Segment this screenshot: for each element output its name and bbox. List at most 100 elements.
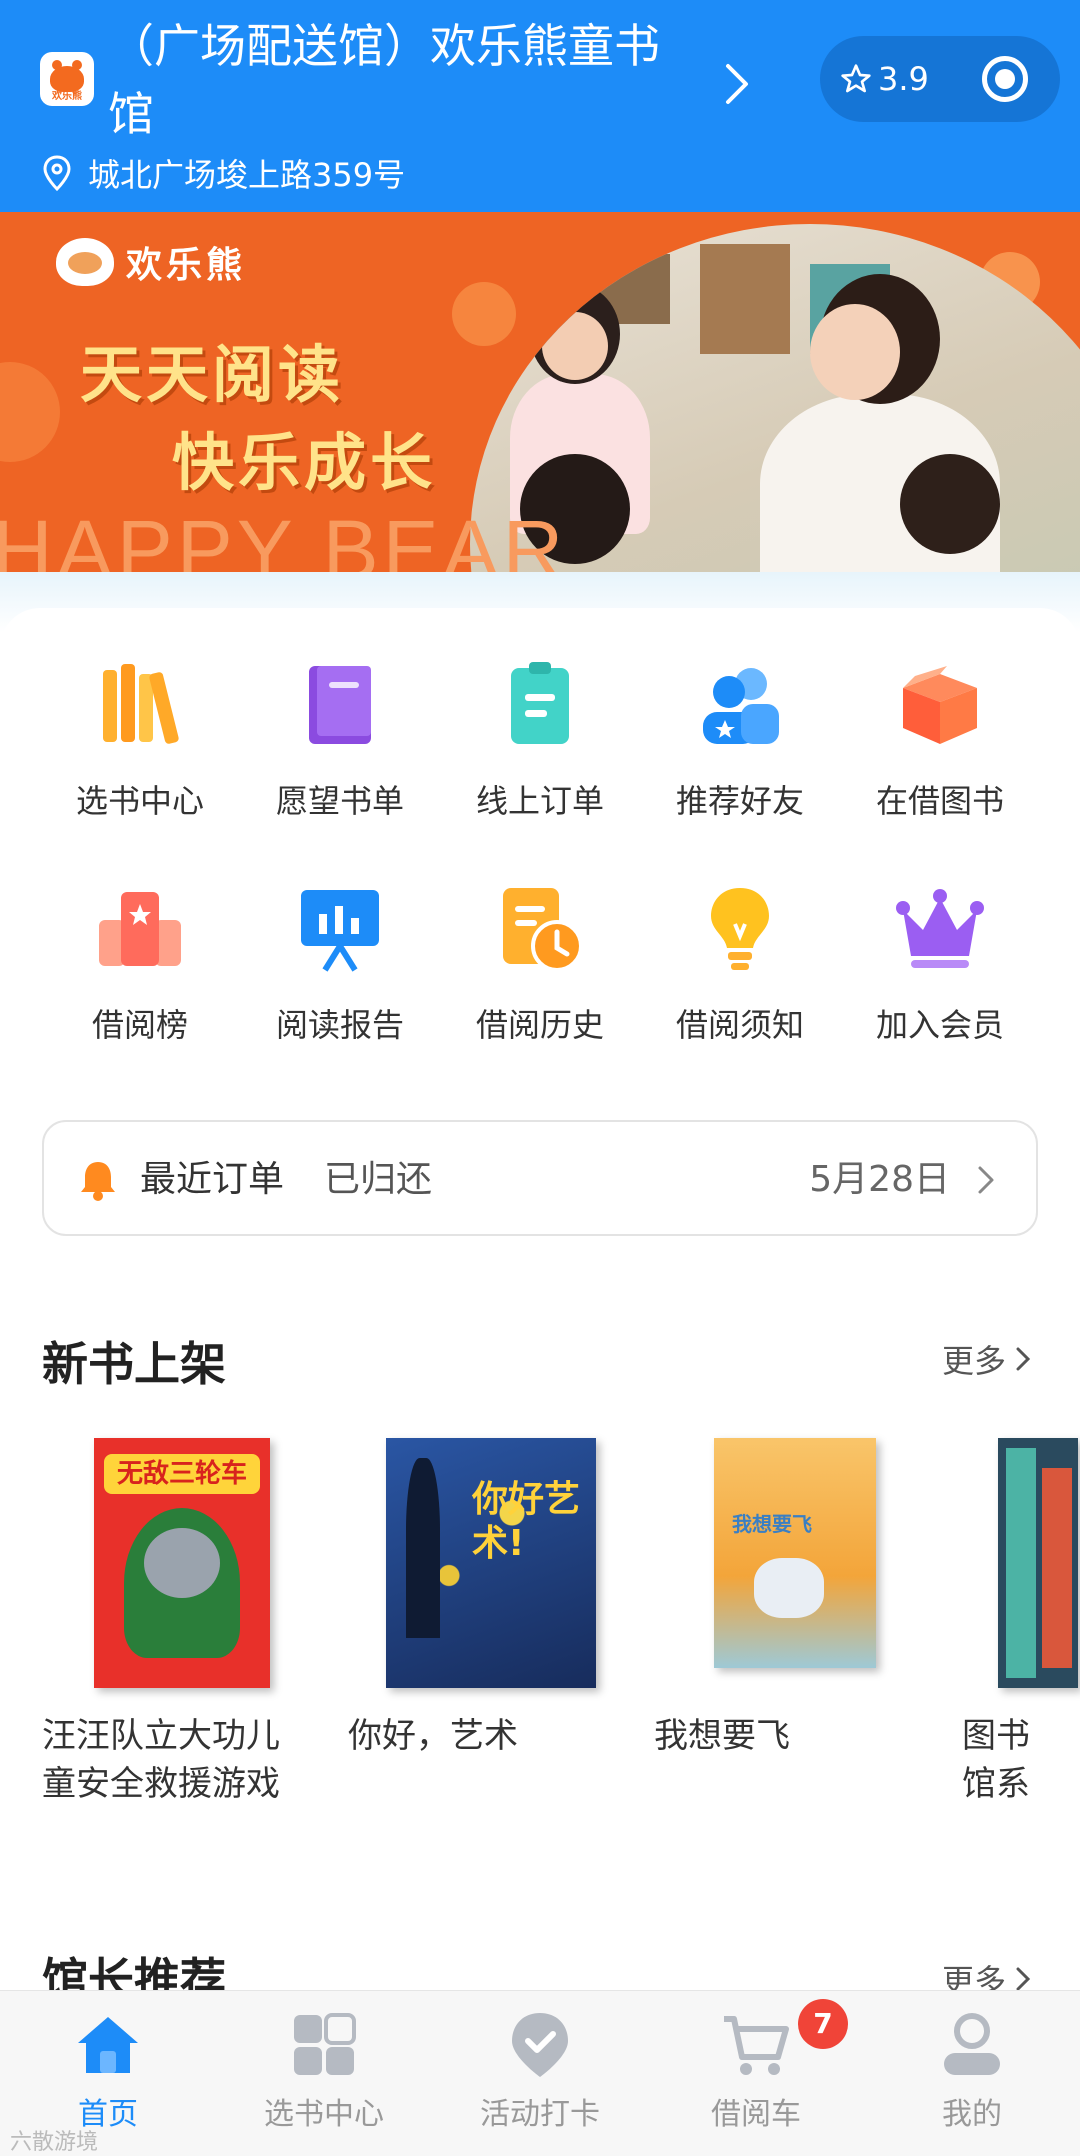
- promo-banner[interactable]: 欢乐熊 天天阅读 快乐成长 HAPPY BEAR: [0, 212, 1080, 572]
- feature-grid: 选书中心 愿望书单 线上订单 推荐好友 在借图书 借阅榜 阅读报告 借阅历史 借…: [0, 608, 1080, 1048]
- store-address: 城北广场埈上路359号: [88, 156, 406, 194]
- tab-activity-checkin[interactable]: 活动打卡: [432, 2011, 648, 2132]
- feature-select-books[interactable]: 选书中心: [40, 660, 240, 860]
- feature-ranking[interactable]: 借阅榜: [40, 884, 240, 1084]
- feature-refer-friends[interactable]: 推荐好友: [640, 660, 840, 860]
- book-title: 你好，艺术: [348, 1716, 518, 1756]
- new-books-title: 新书上架: [42, 1337, 226, 1391]
- feature-grid-section: 选书中心 愿望书单 线上订单 推荐好友 在借图书 借阅榜 阅读报告 借阅历史 借…: [0, 572, 1080, 1052]
- cover-art: [754, 1558, 824, 1618]
- store-name[interactable]: （广场配送馆）欢乐熊童书馆: [108, 12, 688, 148]
- banner-decoration: [452, 282, 516, 346]
- feature-label: 推荐好友: [675, 782, 804, 820]
- book-card[interactable]: 我想要飞 我想要飞: [654, 1418, 934, 1818]
- cover-title: 你好艺术!: [472, 1479, 581, 1564]
- feature-label: 借阅历史: [475, 1006, 604, 1044]
- friends-icon: [703, 668, 779, 744]
- location-pin-icon: [43, 155, 71, 191]
- tab-label: 借阅车: [711, 2097, 801, 2132]
- feature-borrow-history[interactable]: 借阅历史: [440, 884, 640, 1084]
- feature-borrowed-books[interactable]: 在借图书: [840, 660, 1040, 860]
- photo-figure: [900, 454, 1000, 554]
- chevron-right-icon: [978, 1166, 994, 1194]
- tab-profile[interactable]: 我的: [864, 2011, 1080, 2132]
- banner-decoration: [0, 362, 60, 462]
- shelf-shape: [700, 244, 790, 354]
- book-cover: [998, 1438, 1078, 1688]
- feature-reading-report[interactable]: 阅读报告: [240, 884, 440, 1084]
- box-icon: [903, 666, 977, 744]
- bear-mascot-icon: [56, 238, 114, 286]
- home-icon: [78, 2017, 138, 2073]
- tab-label: 我的: [942, 2097, 1002, 2132]
- bell-icon: [81, 1162, 115, 1201]
- feature-label: 在借图书: [875, 782, 1004, 820]
- book-card[interactable]: 你好艺术! 你好，艺术: [348, 1418, 628, 1818]
- feature-wishlist[interactable]: 愿望书单: [240, 660, 440, 860]
- cover-art: [1042, 1468, 1072, 1668]
- history-clock-icon: [503, 888, 583, 972]
- address-row[interactable]: 城北广场埈上路359号: [42, 150, 405, 196]
- store-logo: 欢乐熊: [40, 52, 94, 106]
- tab-borrow-cart[interactable]: 7 借阅车: [648, 1999, 864, 2132]
- banner-slogan-line2: 快乐成长: [172, 426, 437, 499]
- new-books-more-link[interactable]: 更多: [942, 1336, 1032, 1382]
- logo-text: 欢乐熊: [52, 91, 82, 102]
- chevron-right-icon[interactable]: [722, 62, 752, 106]
- cover-title: 我想要飞: [732, 1512, 812, 1536]
- book-title: 汪汪队立大功儿童安全救援游戏: [42, 1716, 280, 1804]
- star-icon: [841, 64, 871, 93]
- book-card[interactable]: 图书馆系列: [962, 1418, 1080, 1818]
- feature-label: 借阅榜: [91, 1006, 188, 1044]
- cover-title: 无敌三轮车: [104, 1454, 260, 1494]
- tab-label: 选书中心: [264, 2097, 384, 2132]
- tab-home[interactable]: 首页: [0, 2011, 216, 2132]
- recent-order-bar[interactable]: 最近订单 已归还 5月28日: [42, 1120, 1038, 1236]
- cart-icon: [724, 2016, 789, 2075]
- clipboard-icon: [511, 662, 569, 744]
- photo-figure: [542, 312, 608, 380]
- feature-label: 线上订单: [475, 782, 604, 820]
- photo-figure: [810, 304, 900, 400]
- tab-select-books[interactable]: 选书中心: [216, 2011, 432, 2132]
- checkin-icon: [512, 2013, 568, 2077]
- book-cover: 你好艺术!: [386, 1438, 596, 1688]
- cover-art: [406, 1458, 440, 1638]
- rating-button[interactable]: 3.9: [840, 36, 929, 122]
- recent-order-label: 最近订单: [140, 1159, 285, 1200]
- feature-join-membership[interactable]: 加入会员: [840, 884, 1040, 1084]
- menu-capsule: 3.9: [820, 36, 1060, 122]
- feature-borrow-rules[interactable]: 借阅须知: [640, 884, 840, 1084]
- lightbulb-icon: [711, 888, 769, 970]
- recent-order-date: 5月28日: [809, 1159, 950, 1200]
- book-title: 图书馆系列: [962, 1716, 1030, 1804]
- book-icon: [309, 666, 371, 744]
- grid-icon: [294, 2013, 356, 2075]
- cover-art: [144, 1528, 220, 1598]
- banner-brand: 欢乐熊: [56, 236, 246, 288]
- recent-order-status: 已归还: [324, 1159, 433, 1200]
- feature-label: 愿望书单: [275, 782, 404, 820]
- cart-badge: 7: [798, 1999, 848, 2049]
- chevron-right-icon: [1016, 1967, 1031, 1991]
- report-board-icon: [301, 890, 379, 972]
- book-cover: 我想要飞: [714, 1438, 876, 1668]
- profile-icon: [944, 2013, 1000, 2075]
- book-card[interactable]: 无敌三轮车 汪汪队立大功儿童安全救援游戏: [42, 1418, 322, 1818]
- target-icon[interactable]: [982, 56, 1028, 102]
- tab-label: 活动打卡: [480, 2097, 600, 2132]
- banner-slogan-line1: 天天阅读: [80, 338, 345, 411]
- bottom-tab-bar: 首页 选书中心 活动打卡 7 借阅车 我的: [0, 1990, 1080, 2156]
- feature-label: 阅读报告: [275, 1006, 404, 1044]
- book-title: 我想要飞: [654, 1716, 790, 1756]
- feature-label: 借阅须知: [675, 1006, 804, 1044]
- banner-watermark: HAPPY BEAR: [0, 503, 568, 572]
- book-cover: 无敌三轮车: [94, 1438, 270, 1688]
- crown-icon: [896, 889, 984, 968]
- feature-online-orders[interactable]: 线上订单: [440, 660, 640, 860]
- footer-watermark: 六散游境: [10, 2130, 99, 2155]
- chevron-right-icon: [1016, 1347, 1031, 1371]
- books-icon: [103, 664, 179, 744]
- feature-label: 选书中心: [75, 782, 204, 820]
- cover-art: [714, 1438, 876, 1668]
